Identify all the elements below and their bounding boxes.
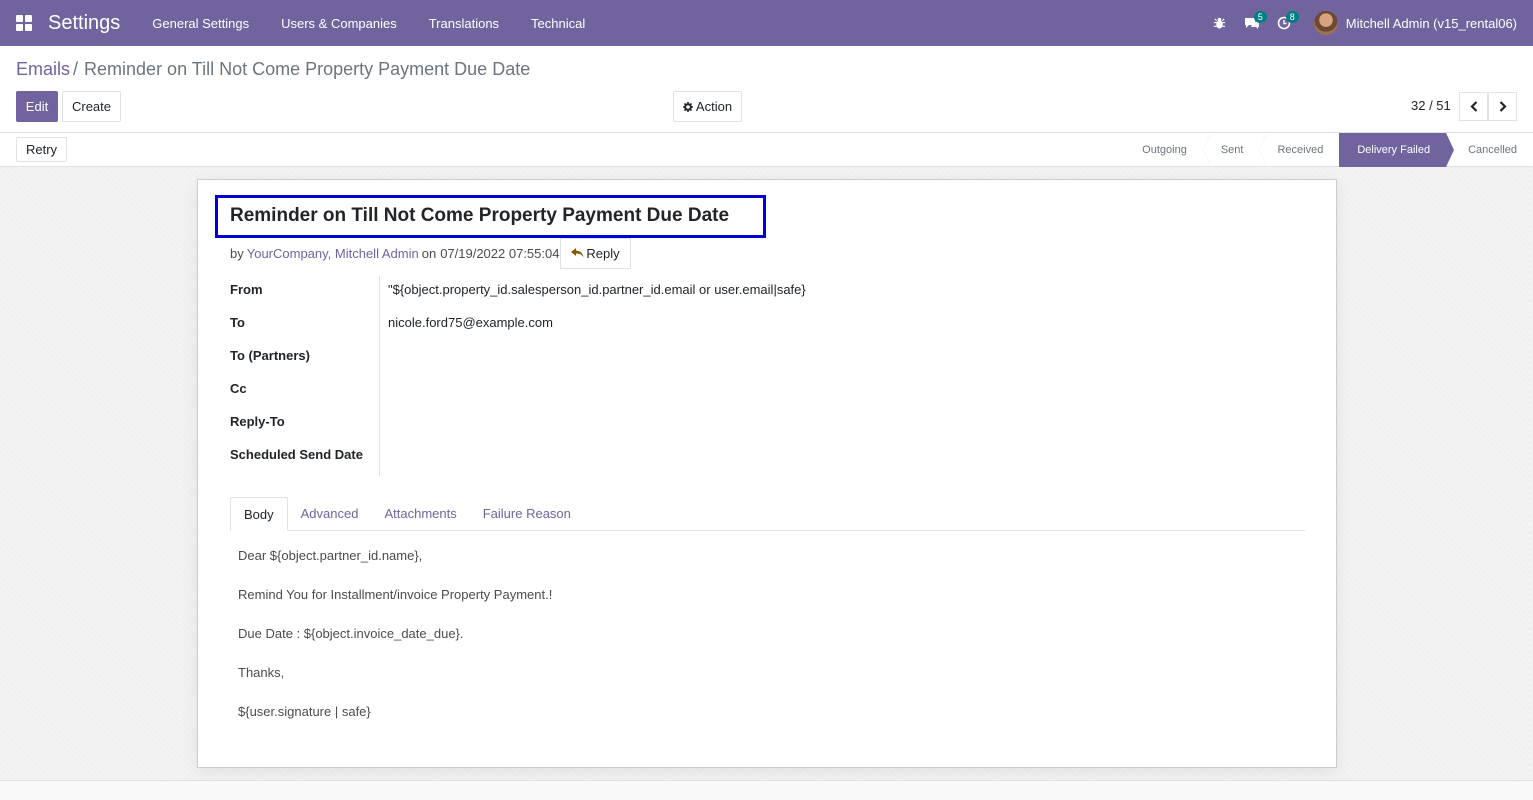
body-line: ${user.signature | safe}: [238, 704, 371, 719]
author-link[interactable]: YourCompany, Mitchell Admin: [247, 246, 419, 261]
app-title[interactable]: Settings: [48, 12, 120, 35]
body-line: Remind You for Installment/invoice Prope…: [238, 587, 553, 602]
pager-value[interactable]: 32 / 51: [1411, 98, 1451, 113]
tab-attachments[interactable]: Attachments: [371, 497, 469, 530]
to-label: To: [230, 315, 245, 330]
email-meta: by YourCompany, Mitchell Admin on 07/19/…: [230, 246, 559, 261]
user-name: Mitchell Admin (v15_rental06): [1345, 15, 1517, 31]
reply-arrow-icon: [571, 246, 584, 261]
email-body: Dear ${object.partner_id.name}, Remind Y…: [238, 548, 552, 743]
field-divider: [379, 276, 380, 476]
activities-clock-icon[interactable]: 8: [1268, 0, 1300, 46]
gear-icon: [682, 101, 693, 112]
menu-general-settings[interactable]: General Settings: [136, 16, 265, 31]
status-step-received[interactable]: Received: [1259, 133, 1339, 167]
pager-next-button[interactable]: [1488, 92, 1517, 121]
debug-bug-icon[interactable]: [1204, 0, 1236, 46]
breadcrumb: Emails / Reminder on Till Not Come Prope…: [16, 59, 530, 80]
pager-previous-button[interactable]: [1459, 92, 1488, 121]
from-label: From: [230, 282, 263, 297]
chevron-right-icon: [1499, 101, 1507, 112]
create-button[interactable]: Create: [62, 91, 121, 122]
tab-advanced[interactable]: Advanced: [288, 497, 372, 530]
status-bar: Retry Outgoing Sent Received Delivery Fa…: [0, 133, 1533, 167]
breadcrumb-separator: /: [73, 59, 79, 79]
chevron-left-icon: [1469, 101, 1477, 112]
body-line: Dear ${object.partner_id.name},: [238, 548, 423, 563]
reply-label: Reply: [586, 246, 620, 261]
on-prefix: on: [421, 246, 437, 261]
to-value: nicole.ford75@example.com: [388, 315, 553, 330]
status-steps: Outgoing Sent Received Delivery Failed C…: [1124, 133, 1533, 167]
scheduled-send-date-label: Scheduled Send Date: [230, 447, 363, 462]
breadcrumb-emails-link[interactable]: Emails: [16, 59, 70, 80]
to-partners-label: To (Partners): [230, 348, 310, 363]
chatter-strip: [0, 780, 1533, 800]
edit-button[interactable]: Edit: [16, 91, 58, 122]
top-navbar: Settings General Settings Users & Compan…: [0, 0, 1533, 46]
by-prefix: by: [230, 246, 244, 261]
tab-failure-reason[interactable]: Failure Reason: [470, 497, 584, 530]
status-step-delivery-failed[interactable]: Delivery Failed: [1339, 133, 1454, 167]
retry-button[interactable]: Retry: [16, 137, 67, 162]
avatar: [1313, 11, 1338, 35]
reply-button[interactable]: Reply: [560, 238, 631, 269]
menu-translations[interactable]: Translations: [413, 16, 515, 31]
messages-chat-icon[interactable]: 5: [1236, 0, 1268, 46]
status-step-sent[interactable]: Sent: [1202, 133, 1260, 167]
body-line: Thanks,: [238, 665, 285, 680]
email-form-sheet: Reminder on Till Not Come Property Payme…: [197, 179, 1337, 768]
status-step-outgoing[interactable]: Outgoing: [1124, 133, 1203, 167]
tab-body[interactable]: Body: [230, 497, 288, 531]
activities-count-badge: 8: [1285, 11, 1299, 23]
action-label: Action: [695, 99, 733, 114]
messages-count-badge: 5: [1253, 11, 1267, 23]
cc-label: Cc: [230, 381, 247, 396]
email-date: 07/19/2022 07:55:04: [440, 246, 560, 261]
notebook-tabs: Body Advanced Attachments Failure Reason: [230, 497, 1305, 531]
from-value: "${object.property_id.salesperson_id.par…: [388, 282, 806, 297]
menu-technical[interactable]: Technical: [515, 16, 601, 31]
reply-to-label: Reply-To: [230, 414, 285, 429]
breadcrumb-current: Reminder on Till Not Come Property Payme…: [84, 59, 531, 79]
menu-users-companies[interactable]: Users & Companies: [265, 16, 413, 31]
systray: 5 8 Mitchell Admin (v15_rental06): [1204, 0, 1533, 46]
status-step-cancelled[interactable]: Cancelled: [1446, 133, 1533, 167]
body-line: Due Date : ${object.invoice_date_due}.: [238, 626, 464, 641]
action-button[interactable]: Action: [673, 91, 742, 122]
apps-menu-icon[interactable]: [16, 15, 32, 31]
email-subject: Reminder on Till Not Come Property Payme…: [230, 205, 730, 226]
user-menu[interactable]: Mitchell Admin (v15_rental06): [1313, 11, 1517, 35]
control-panel: Emails / Reminder on Till Not Come Prope…: [0, 46, 1533, 133]
